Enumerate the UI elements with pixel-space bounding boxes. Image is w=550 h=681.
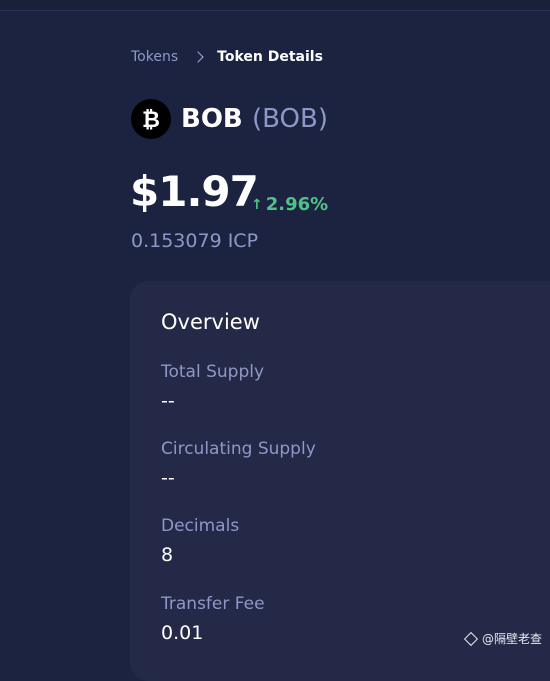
chevron-right-icon bbox=[192, 51, 204, 63]
token-name: BOB bbox=[181, 104, 243, 134]
total-supply-label: Total Supply bbox=[161, 362, 265, 382]
price-change: ↑ 2.96% bbox=[251, 194, 328, 216]
diamond-icon bbox=[463, 631, 479, 647]
decimals-label: Decimals bbox=[161, 516, 240, 536]
transfer-fee-value: 0.01 bbox=[161, 622, 204, 644]
watermark: @隔壁老查 bbox=[463, 631, 543, 647]
svg-text:₿: ₿ bbox=[142, 108, 160, 133]
token-price-usd: $1.97 bbox=[130, 167, 259, 216]
bitcoin-b-icon: ₿ bbox=[142, 108, 160, 133]
circulating-supply-label: Circulating Supply bbox=[161, 439, 316, 459]
total-supply-value: -- bbox=[161, 390, 175, 412]
breadcrumb-tokens-link[interactable]: Tokens bbox=[131, 48, 178, 66]
token-price-icp: 0.153079 ICP bbox=[131, 230, 259, 252]
token-symbol: (BOB) bbox=[252, 104, 328, 134]
overview-title: Overview bbox=[161, 310, 260, 334]
breadcrumb-current: Token Details bbox=[217, 49, 323, 65]
price-change-value: 2.96% bbox=[265, 194, 329, 215]
circulating-supply-value: -- bbox=[161, 467, 175, 489]
top-bar bbox=[0, 0, 550, 11]
breadcrumb: Tokens Token Details bbox=[131, 48, 323, 66]
watermark-text: @隔壁老查 bbox=[482, 632, 543, 646]
transfer-fee-label: Transfer Fee bbox=[161, 594, 265, 614]
arrow-up-icon: ↑ bbox=[251, 197, 263, 213]
decimals-value: 8 bbox=[161, 544, 174, 566]
token-logo: ₿ bbox=[131, 99, 171, 139]
